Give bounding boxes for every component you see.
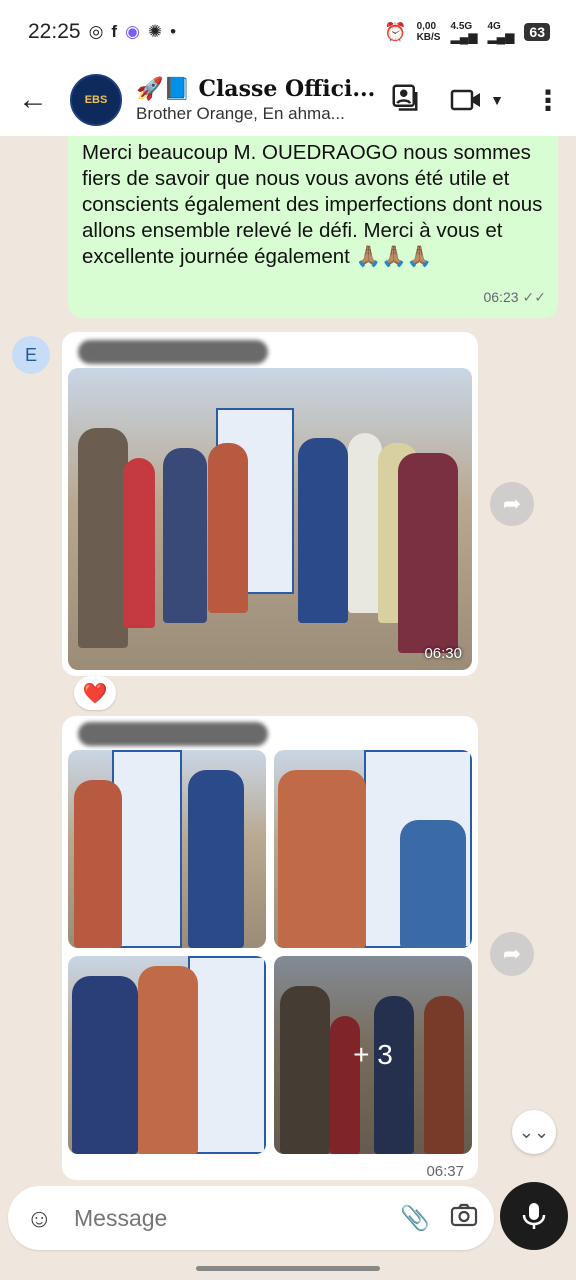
whatsapp-icon: ◎ [88,22,104,41]
nav-gesture-bar[interactable] [196,1266,380,1271]
photo-person [278,770,366,948]
message-input[interactable] [74,1204,381,1232]
photo-person [74,780,122,948]
mic-icon[interactable] [500,1182,568,1250]
photo-banner [188,956,266,1154]
signal-bars-icon: ▂▄▆ [487,30,515,44]
chat-header: ← EBS 🚀📘 Classe Offici... Brother Orange… [0,64,576,136]
photo-person [188,770,244,948]
message-time: 06:23 ✓✓ [483,284,546,310]
video-call-icon[interactable]: ▼ [450,87,504,113]
group-avatar[interactable]: EBS [70,74,122,126]
signal-1: 4.5G ▂▄▆ [450,21,477,43]
camera-icon[interactable] [450,1203,478,1234]
photo-person [298,438,348,623]
sender-avatar[interactable]: E [12,336,50,374]
back-arrow-icon[interactable]: ← [18,83,58,117]
incoming-photo-message[interactable]: 06:30 [62,332,478,676]
incoming-album-message[interactable]: + 3 06:37 [62,716,478,1180]
facebook-icon: f [111,22,118,41]
photo-person [78,428,128,648]
photo-person [208,443,248,613]
photo-person [348,433,382,613]
status-time: 22:25 [28,20,81,43]
photo-person [398,453,458,653]
photo-person [123,458,155,628]
album-photo-1[interactable] [68,750,266,948]
scroll-down-icon[interactable]: ⌄⌄ [512,1110,556,1154]
album-photo-2[interactable] [274,750,472,948]
heart-reaction-icon[interactable]: ❤️ [74,676,116,710]
net-speed-unit: KB/S [416,32,441,43]
net-speed-value: 0,00 [416,21,437,32]
album-photo-3[interactable] [68,956,266,1154]
photo-person [400,820,466,948]
contact-card-icon[interactable] [390,82,420,119]
status-bar: 22:25 ◎ f ◉ ✺ • ⏰ 0,00 KB/S 4.5G ▂▄▆ 4G … [0,0,576,64]
photo-person [163,448,207,623]
redacted-sender-name [78,722,268,746]
forward-icon[interactable]: ➦ [490,932,534,976]
message-input-bar: ☺ 📎 [8,1186,494,1250]
messenger-icon: ◉ [125,22,140,41]
dot-icon: • [170,22,177,41]
chat-info[interactable]: 🚀📘 Classe Offici... Brother Orange, En a… [136,76,390,124]
status-right: ⏰ 0,00 KB/S 4.5G ▂▄▆ 4G ▂▄▆ 63 [384,21,550,43]
alarm-icon: ⏰ [384,21,407,42]
chat-subtitle: Brother Orange, En ahma... [136,104,345,123]
redacted-sender-name [78,340,268,364]
chat-title: 🚀📘 Classe Offici... [136,76,376,102]
album-time: 06:37 [426,1163,464,1180]
photo-person [72,976,138,1154]
forward-icon[interactable]: ➦ [490,482,534,526]
read-ticks-icon: ✓✓ [522,289,546,305]
net-speed: 0,00 KB/S [417,21,441,43]
more-photos-overlay[interactable]: + 3 [274,956,472,1154]
chevron-down-icon[interactable]: ▼ [490,92,504,108]
chat-area[interactable]: Merci beaucoup M. OUEDRAOGO nous sommes … [0,136,576,1180]
attach-icon[interactable]: 📎 [400,1204,430,1233]
avatar-logo-text: EBS [84,94,108,106]
album-photo-4[interactable]: + 3 [274,956,472,1154]
battery-icon: 63 [524,23,550,41]
header-actions: ▼ ⋮ [390,82,562,119]
notification-icons: ◎ f ◉ ✺ • [89,22,177,42]
photo-time: 06:30 [424,645,462,662]
signal-bars-icon: ▂▄▆ [450,30,478,44]
signal-2: 4G ▂▄▆ [487,21,514,43]
more-vert-icon[interactable]: ⋮ [534,84,562,117]
outgoing-message[interactable]: Merci beaucoup M. OUEDRAOGO nous sommes … [68,136,558,318]
photo-banner [112,750,182,948]
emoji-icon[interactable]: ☺ [26,1203,66,1234]
photo-person [138,966,198,1154]
chatgpt-icon: ✺ [147,22,163,41]
message-text: Merci beaucoup M. OUEDRAOGO nous sommes … [82,141,543,268]
message-timestamp: 06:23 [483,289,519,305]
message-photo[interactable]: 06:30 [68,368,472,670]
